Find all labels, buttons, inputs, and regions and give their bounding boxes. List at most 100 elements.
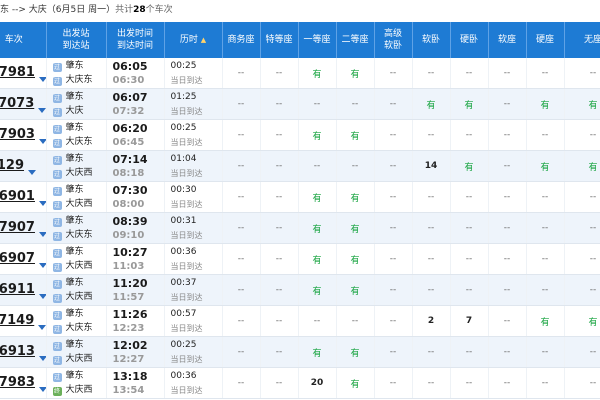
departure-station[interactable]: 肇东 — [66, 123, 84, 133]
train-number-link[interactable]: D6907 — [0, 251, 35, 266]
sort-asc-icon[interactable]: ▲ — [201, 36, 206, 44]
seat-no-seat-cell: -- — [564, 336, 600, 368]
train-number-link[interactable]: D6913 — [0, 344, 35, 359]
arrival-station[interactable]: 大庆西 — [66, 354, 93, 364]
chevron-down-icon[interactable] — [38, 355, 45, 361]
arrival-station[interactable]: 大庆东 — [66, 137, 93, 147]
departure-time: 06:05 — [112, 60, 148, 73]
chevron-down-icon[interactable] — [38, 386, 45, 392]
departure-station[interactable]: 肇东 — [66, 92, 84, 102]
departure-time: 10:27 — [112, 246, 148, 259]
train-number-link[interactable]: D7907 — [0, 220, 35, 235]
pass-station-badge-icon: 过 — [52, 187, 62, 196]
departure-station[interactable]: 肇东 — [66, 309, 84, 319]
stations-cell: 过肇东过大庆西 — [46, 150, 107, 182]
table-row[interactable]: D6911过肇东过大庆西11:2011:5700:37当日到达----有有---… — [0, 274, 600, 306]
arrival-day: 当日到达 — [170, 200, 203, 209]
departure-station[interactable]: 肇东 — [66, 61, 84, 71]
col-duration-header[interactable]: 历时 ▲ — [164, 22, 223, 58]
arrival-station[interactable]: 大庆东 — [66, 323, 93, 333]
train-number-link[interactable]: D7981 — [0, 65, 35, 80]
arrival-day: 当日到达 — [170, 107, 203, 116]
table-row[interactable]: D6907过肇东过大庆西10:2711:0300:36当日到达----有有---… — [0, 243, 600, 275]
seat-premium-cell: -- — [260, 119, 299, 151]
arrival-station[interactable]: 大庆 — [66, 106, 84, 116]
chevron-down-icon[interactable] — [38, 231, 45, 237]
chevron-down-icon[interactable] — [38, 200, 45, 206]
seat-premium-cell: -- — [260, 88, 299, 120]
train-number-link[interactable]: D6911 — [0, 282, 35, 297]
arrival-station-badge-icon: 终 — [52, 387, 62, 396]
seat-soft-sleeper-cell: -- — [412, 212, 451, 244]
table-row[interactable]: D7907过肇东过大庆东08:3909:1000:31当日到达----有有---… — [0, 212, 600, 244]
arrival-station[interactable]: 大庆西 — [66, 385, 93, 395]
train-number-cell[interactable]: T129 — [0, 150, 47, 182]
seat-soft-sleeper-cell: -- — [412, 336, 451, 368]
train-count: 28 — [133, 5, 146, 15]
train-number-link[interactable]: K7149 — [0, 313, 34, 328]
arrival-station[interactable]: 大庆西 — [66, 261, 93, 271]
chevron-down-icon[interactable] — [38, 138, 45, 144]
table-row[interactable]: K7073过肇东过大庆06:0707:3201:25当日到达----------… — [0, 88, 600, 120]
train-results-panel: 东 --> 大庆（6月5日 周一）共计28个车次 车次 出发站 到达站 出发时间 到达时… — [0, 0, 600, 400]
train-number-link[interactable]: D7903 — [0, 127, 35, 142]
table-row[interactable]: T129过肇东过大庆西07:1408:1801:04当日到达----------… — [0, 150, 600, 182]
table-row[interactable]: D7903过肇东过大庆东06:2006:4500:25当日到达----有有---… — [0, 119, 600, 151]
train-number-link[interactable]: K7073 — [0, 96, 34, 111]
seat-hard-sleeper-cell: -- — [450, 243, 489, 275]
arrival-day: 当日到达 — [170, 76, 203, 85]
seat-no-seat-cell: -- — [564, 367, 600, 399]
seat-first-class-cell: 有 — [298, 243, 337, 275]
header-label-line2: 到达站 — [62, 41, 90, 51]
train-number-cell[interactable]: D7903 — [0, 119, 47, 151]
arrival-station[interactable]: 大庆西 — [66, 199, 93, 209]
train-number-cell[interactable]: D7907 — [0, 212, 47, 244]
seat-premium-cell: -- — [260, 274, 299, 306]
table-row[interactable]: D7981过肇东过大庆东06:0506:3000:25当日到达----有有---… — [0, 58, 600, 89]
arrival-station[interactable]: 大庆东 — [66, 230, 93, 240]
chevron-down-icon[interactable] — [38, 262, 45, 268]
route-summary: 东 --> 大庆（6月5日 周一）共计28个车次 — [0, 0, 600, 22]
train-number-link[interactable]: D6901 — [0, 189, 35, 204]
chevron-down-icon[interactable] — [28, 169, 37, 175]
table-row[interactable]: D6913过肇东过大庆西12:0212:2700:25当日到达----有有---… — [0, 336, 600, 368]
seat-premium-cell: -- — [260, 212, 299, 244]
train-number-cell[interactable]: D6911 — [0, 274, 47, 306]
chevron-down-icon[interactable] — [38, 324, 45, 330]
train-number-cell[interactable]: D6901 — [0, 181, 47, 213]
duration: 00:25 — [170, 123, 197, 133]
arrival-station[interactable]: 大庆西 — [66, 168, 93, 178]
departure-station[interactable]: 肇东 — [66, 371, 84, 381]
departure-station[interactable]: 肇东 — [66, 154, 84, 164]
header-label: 二等座 — [341, 35, 369, 45]
departure-station[interactable]: 肇东 — [66, 185, 84, 195]
header-label: 无座 — [583, 35, 600, 45]
train-number-cell[interactable]: D7983 — [0, 367, 47, 399]
departure-station[interactable]: 肇东 — [66, 247, 84, 257]
chevron-down-icon[interactable] — [38, 107, 45, 113]
arrival-time: 06:45 — [112, 137, 145, 148]
train-number-cell[interactable]: K7149 — [0, 305, 47, 337]
stations-cell: 过肇东过大庆东 — [46, 212, 107, 244]
col-hard-sleeper-header: 硬卧 — [450, 22, 489, 58]
train-number-link[interactable]: T129 — [0, 158, 24, 173]
chevron-down-icon[interactable] — [38, 293, 45, 299]
table-row[interactable]: D6901过肇东过大庆西07:3008:0000:30当日到达----有有---… — [0, 181, 600, 213]
chevron-down-icon[interactable] — [38, 76, 45, 82]
arrival-station[interactable]: 大庆东 — [66, 75, 93, 85]
train-number-cell[interactable]: D7981 — [0, 58, 47, 89]
train-number-cell[interactable]: K7073 — [0, 88, 47, 120]
duration: 01:04 — [170, 154, 197, 164]
seat-second-class-cell: 有 — [336, 243, 375, 275]
departure-station[interactable]: 肇东 — [66, 216, 84, 226]
train-number-link[interactable]: D7983 — [0, 375, 35, 390]
departure-station[interactable]: 肇东 — [66, 278, 84, 288]
train-number-cell[interactable]: D6913 — [0, 336, 47, 368]
table-row[interactable]: K7149过肇东过大庆东11:2612:2300:57当日到达---------… — [0, 305, 600, 337]
departure-station[interactable]: 肇东 — [66, 340, 84, 350]
train-number-cell[interactable]: D6907 — [0, 243, 47, 275]
seat-second-class-cell: 有 — [336, 274, 375, 306]
arrival-station[interactable]: 大庆西 — [66, 292, 93, 302]
duration: 01:25 — [170, 92, 197, 102]
table-row[interactable]: D7983过肇东终大庆西13:1813:5400:36当日到达----20有--… — [0, 367, 600, 399]
